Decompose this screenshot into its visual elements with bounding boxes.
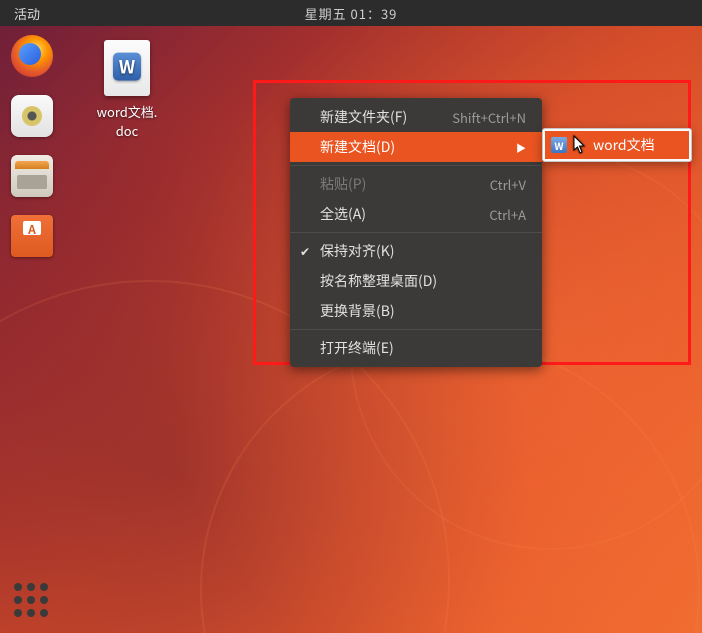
top-bar: 活动 星期五 01：39 — [0, 0, 702, 26]
submenu-item-word-document[interactable]: W word文档 — [545, 131, 689, 159]
submenu-arrow-icon: ▶ — [516, 140, 526, 155]
menu-item-organize-by-name[interactable]: 按名称整理桌面(D) — [290, 266, 542, 296]
activities-button[interactable]: 活动 — [0, 4, 54, 23]
menu-separator — [290, 232, 542, 233]
new-document-submenu: W word文档 — [542, 128, 692, 162]
clock[interactable]: 星期五 01：39 — [305, 4, 398, 23]
desktop-background[interactable]: 活动 星期五 01：39 word文档. doc 新建文件夹(F) Shift+… — [0, 0, 702, 633]
rhythmbox-launcher[interactable] — [8, 92, 56, 140]
menu-item-label: 保持对齐(K) — [320, 241, 395, 261]
word-document-icon — [104, 40, 150, 96]
menu-item-paste: 粘贴(P) Ctrl+V — [290, 169, 542, 199]
menu-item-new-document[interactable]: 新建文档(D) ▶ — [290, 132, 542, 162]
firefox-icon — [11, 35, 53, 77]
menu-item-label: 全选(A) — [320, 204, 366, 224]
menu-item-change-background[interactable]: 更换背景(B) — [290, 296, 542, 326]
menu-item-label: 按名称整理桌面(D) — [320, 271, 437, 291]
mouse-cursor-icon — [573, 135, 587, 155]
checkmark-icon: ✔ — [300, 243, 310, 260]
menu-item-keep-aligned[interactable]: ✔ 保持对齐(K) — [290, 236, 542, 266]
submenu-item-label: word文档 — [593, 135, 655, 155]
word-document-icon: W — [551, 137, 567, 153]
launcher-dock — [0, 26, 64, 633]
menu-item-select-all[interactable]: 全选(A) Ctrl+A — [290, 199, 542, 229]
desktop-file-label: word文档. doc — [82, 102, 172, 140]
menu-item-label: 新建文档(D) — [320, 137, 395, 157]
software-launcher[interactable] — [8, 212, 56, 260]
firefox-launcher[interactable] — [8, 32, 56, 80]
menu-item-label: 打开终端(E) — [320, 338, 394, 358]
menu-separator — [290, 165, 542, 166]
menu-item-label: 新建文件夹(F) — [320, 107, 407, 127]
menu-item-shortcut: Shift+Ctrl+N — [452, 108, 526, 127]
menu-item-shortcut: Ctrl+V — [490, 175, 526, 194]
files-launcher[interactable] — [8, 152, 56, 200]
file-cabinet-icon — [11, 155, 53, 197]
menu-item-new-folder[interactable]: 新建文件夹(F) Shift+Ctrl+N — [290, 102, 542, 132]
menu-separator — [290, 329, 542, 330]
shopping-bag-icon — [11, 215, 53, 257]
menu-item-label: 粘贴(P) — [320, 174, 366, 194]
desktop-file-word-doc[interactable]: word文档. doc — [82, 40, 172, 140]
desktop-context-menu: 新建文件夹(F) Shift+Ctrl+N 新建文档(D) ▶ 粘贴(P) Ct… — [290, 98, 542, 367]
menu-item-shortcut: Ctrl+A — [489, 205, 526, 224]
menu-item-label: 更换背景(B) — [320, 301, 395, 321]
menu-item-open-terminal[interactable]: 打开终端(E) — [290, 333, 542, 363]
speaker-icon — [11, 95, 53, 137]
